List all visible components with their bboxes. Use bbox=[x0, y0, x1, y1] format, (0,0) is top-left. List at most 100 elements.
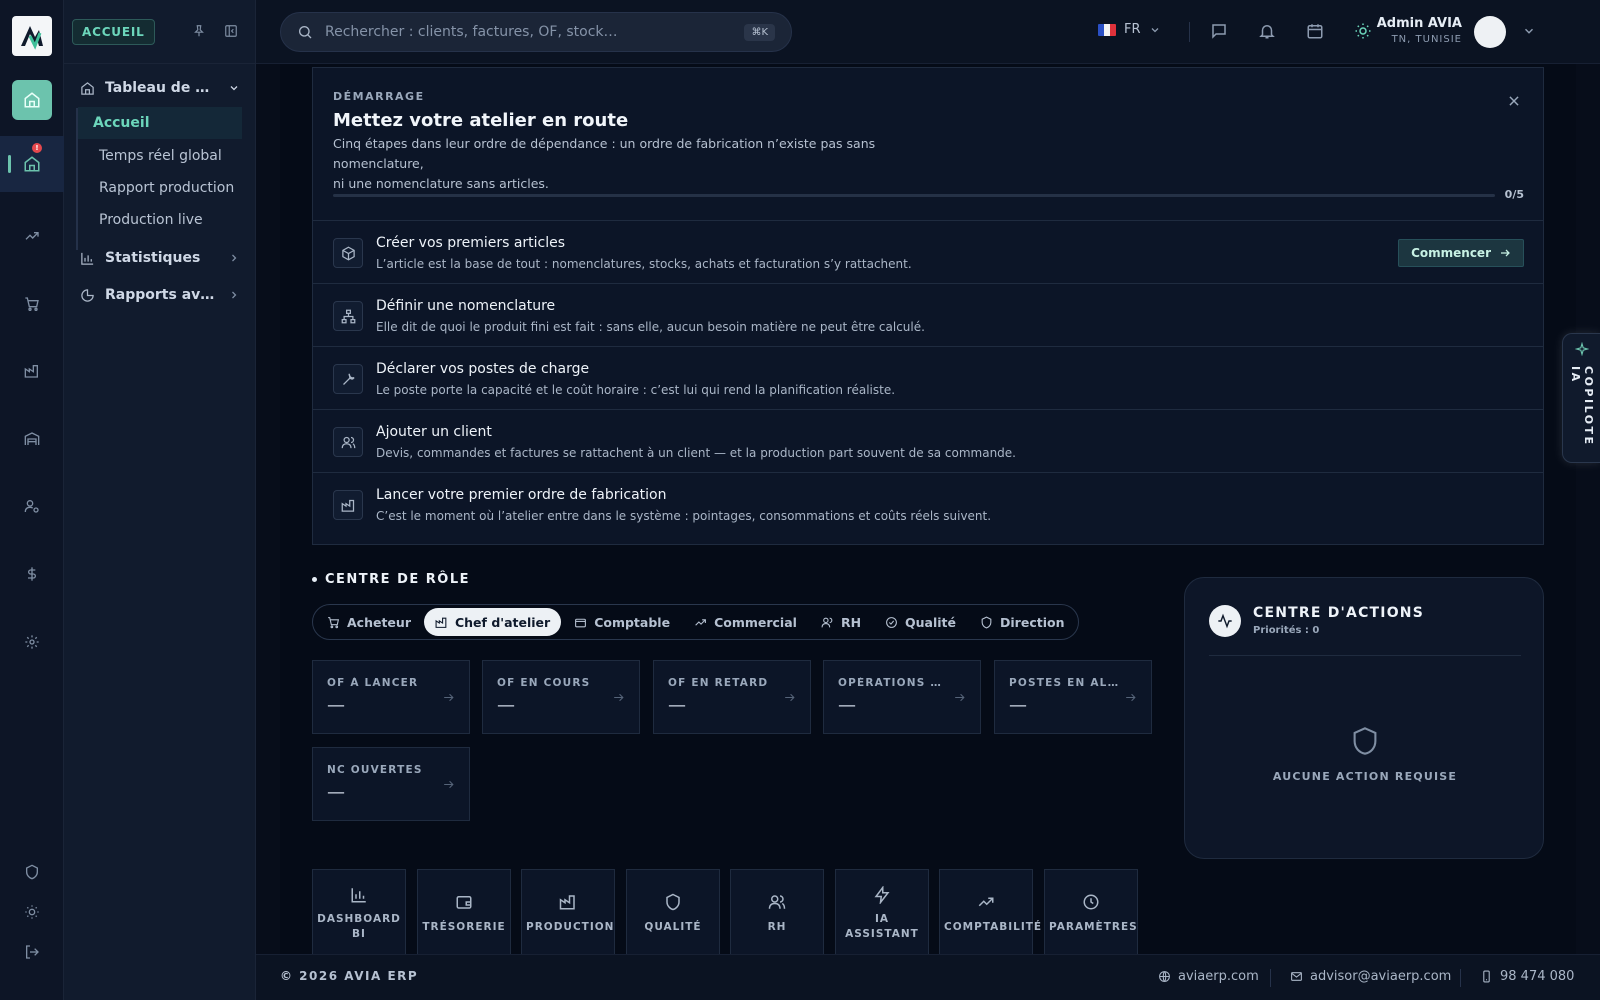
tile-production[interactable]: PRODUCTION bbox=[521, 869, 615, 954]
tab-commercial[interactable]: Commercial bbox=[683, 608, 808, 636]
copilot-label: COPILOTE IA bbox=[1569, 366, 1595, 447]
cart-icon[interactable] bbox=[12, 284, 52, 324]
actions-center: CENTRE D'ACTIONS Priorités : 0 AUCUNE AC… bbox=[1184, 577, 1544, 859]
nav-group-dashboard[interactable]: Tableau de bord bbox=[80, 76, 240, 100]
avia-logo-icon[interactable] bbox=[12, 16, 52, 56]
bell-icon[interactable] bbox=[1258, 22, 1276, 40]
search-input[interactable]: Rechercher : clients, factures, OF, stoc… bbox=[325, 24, 732, 40]
wallet-icon bbox=[574, 616, 587, 629]
avatar[interactable] bbox=[1474, 16, 1506, 48]
heading-dot bbox=[312, 577, 317, 582]
nav-item-accueil[interactable]: Accueil bbox=[78, 107, 242, 139]
step-description: L’article est la base de tout : nomencla… bbox=[376, 257, 912, 271]
tab-chef-atelier[interactable]: Chef d'atelier bbox=[423, 608, 562, 636]
description-line: Cinq étapes dans leur ordre de dépendanc… bbox=[333, 136, 876, 171]
sidebar-collapse-icon[interactable] bbox=[224, 24, 238, 38]
footer-email[interactable]: advisor@aviaerp.com bbox=[1290, 969, 1451, 984]
messages-icon[interactable] bbox=[1210, 22, 1228, 40]
tab-comptable[interactable]: Comptable bbox=[563, 608, 681, 636]
footer-phone[interactable]: 98 474 080 bbox=[1480, 969, 1574, 984]
nav-group-rapports[interactable]: Rapports avancés bbox=[80, 283, 240, 307]
kpi-value: — bbox=[497, 695, 515, 716]
bar-chart-icon bbox=[80, 251, 95, 266]
kpi-card[interactable]: NC OUVERTES — bbox=[312, 747, 470, 821]
kpi-card[interactable]: OPÉRATIONS EN ATTENTE — bbox=[823, 660, 981, 734]
alert-badge: ! bbox=[32, 143, 42, 153]
step-title: Ajouter un client bbox=[376, 424, 492, 440]
nav-group-label: Statistiques bbox=[105, 250, 201, 266]
arrow-right-icon bbox=[442, 691, 455, 704]
tab-acheteur[interactable]: Acheteur bbox=[316, 608, 422, 636]
copyright: © 2026 AVIA ERP bbox=[280, 969, 419, 983]
kpi-label: OF À LANCER bbox=[327, 677, 419, 689]
trending-up-icon[interactable] bbox=[12, 216, 52, 256]
chevron-down-icon[interactable] bbox=[1522, 24, 1536, 38]
pin-icon[interactable] bbox=[192, 24, 206, 38]
nav-item-temps-reel[interactable]: Temps réel global bbox=[78, 140, 242, 172]
email-text: advisor@aviaerp.com bbox=[1310, 969, 1452, 984]
tile-label: COMPTABILITÉ bbox=[944, 921, 1043, 933]
tile-label: IA ASSISTANT bbox=[840, 912, 924, 942]
warehouse-icon[interactable] bbox=[12, 419, 52, 459]
logout-icon[interactable] bbox=[12, 942, 52, 962]
tab-direction[interactable]: Direction bbox=[969, 608, 1075, 636]
theme-sun-icon[interactable] bbox=[1354, 22, 1372, 40]
shield-icon bbox=[627, 893, 719, 911]
sparkle-icon bbox=[1575, 342, 1589, 356]
clock-icon bbox=[1045, 893, 1137, 911]
user-settings-icon[interactable] bbox=[12, 486, 52, 526]
kpi-value: — bbox=[327, 782, 345, 803]
start-button[interactable]: Commencer bbox=[1398, 239, 1524, 267]
tile-label-line: BI bbox=[352, 928, 366, 940]
onboarding-step[interactable]: Ajouter un client Devis, commandes et fa… bbox=[313, 409, 1543, 472]
close-icon[interactable] bbox=[1507, 94, 1521, 108]
user-info[interactable]: Admin AVIA TN, TUNISIE bbox=[1377, 16, 1462, 45]
factory-icon[interactable] bbox=[12, 351, 52, 391]
dollar-icon[interactable] bbox=[12, 554, 52, 594]
tile-label-line: ASSISTANT bbox=[845, 928, 919, 940]
footer-separator bbox=[1270, 969, 1271, 987]
tile-parametres[interactable]: PARAMÈTRES bbox=[1044, 869, 1138, 954]
tile-ia-assistant[interactable]: IA ASSISTANT bbox=[835, 869, 929, 954]
search-icon bbox=[297, 24, 313, 40]
copilot-tab[interactable]: COPILOTE IA bbox=[1562, 333, 1600, 463]
onboarding-step[interactable]: Déclarer vos postes de charge Le poste p… bbox=[313, 346, 1543, 409]
shield-icon[interactable] bbox=[12, 862, 52, 882]
nav-item-rapport-production[interactable]: Rapport production bbox=[78, 172, 242, 204]
factory-icon bbox=[435, 616, 448, 629]
kpi-card[interactable]: OF À LANCER — bbox=[312, 660, 470, 734]
onboarding-step[interactable]: Créer vos premiers articles L’article es… bbox=[313, 220, 1543, 283]
section-label: ACCUEIL bbox=[72, 19, 155, 45]
topbar-separator bbox=[1189, 22, 1190, 42]
wrench-icon bbox=[333, 364, 363, 394]
kpi-value: — bbox=[1009, 695, 1027, 716]
tile-comptabilite[interactable]: COMPTABILITÉ bbox=[939, 869, 1043, 954]
tile-rh[interactable]: RH bbox=[730, 869, 824, 954]
kpi-card[interactable]: OF EN RETARD — bbox=[653, 660, 811, 734]
tile-qualite[interactable]: QUALITÉ bbox=[626, 869, 720, 954]
calendar-icon[interactable] bbox=[1306, 22, 1324, 40]
kpi-card[interactable]: OF EN COURS — bbox=[482, 660, 640, 734]
kpi-label: NC OUVERTES bbox=[327, 764, 423, 776]
language-selector[interactable]: FR bbox=[1098, 22, 1161, 37]
tile-dashboard-bi[interactable]: DASHBOARD BI bbox=[312, 869, 406, 954]
chevron-down-icon bbox=[228, 82, 240, 94]
description-line: ni une nomenclature sans articles. bbox=[333, 176, 549, 191]
home-icon[interactable] bbox=[12, 80, 52, 120]
footer-website[interactable]: aviaerp.com bbox=[1158, 969, 1259, 984]
role-center-title: CENTRE DE RÔLE bbox=[325, 572, 471, 587]
nav-group-statistiques[interactable]: Statistiques bbox=[80, 246, 240, 270]
onboarding-step[interactable]: Définir une nomenclature Elle dit de quo… bbox=[313, 283, 1543, 346]
search-bar[interactable]: Rechercher : clients, factures, OF, stoc… bbox=[280, 12, 792, 52]
onboarding-step[interactable]: Lancer votre premier ordre de fabricatio… bbox=[313, 472, 1543, 535]
tile-tresorerie[interactable]: TRÉSORERIE bbox=[417, 869, 511, 954]
tab-qualite[interactable]: Qualité bbox=[874, 608, 967, 636]
kpi-card[interactable]: POSTES EN ALERTE — bbox=[994, 660, 1152, 734]
tab-rh[interactable]: RH bbox=[810, 608, 872, 636]
tile-label: QUALITÉ bbox=[644, 921, 702, 933]
shield-icon bbox=[980, 615, 993, 629]
progress-count: 0/5 bbox=[1504, 188, 1524, 201]
nav-item-production-live[interactable]: Production live bbox=[78, 204, 242, 236]
sun-icon[interactable] bbox=[12, 902, 52, 922]
gear-icon[interactable] bbox=[12, 622, 52, 662]
